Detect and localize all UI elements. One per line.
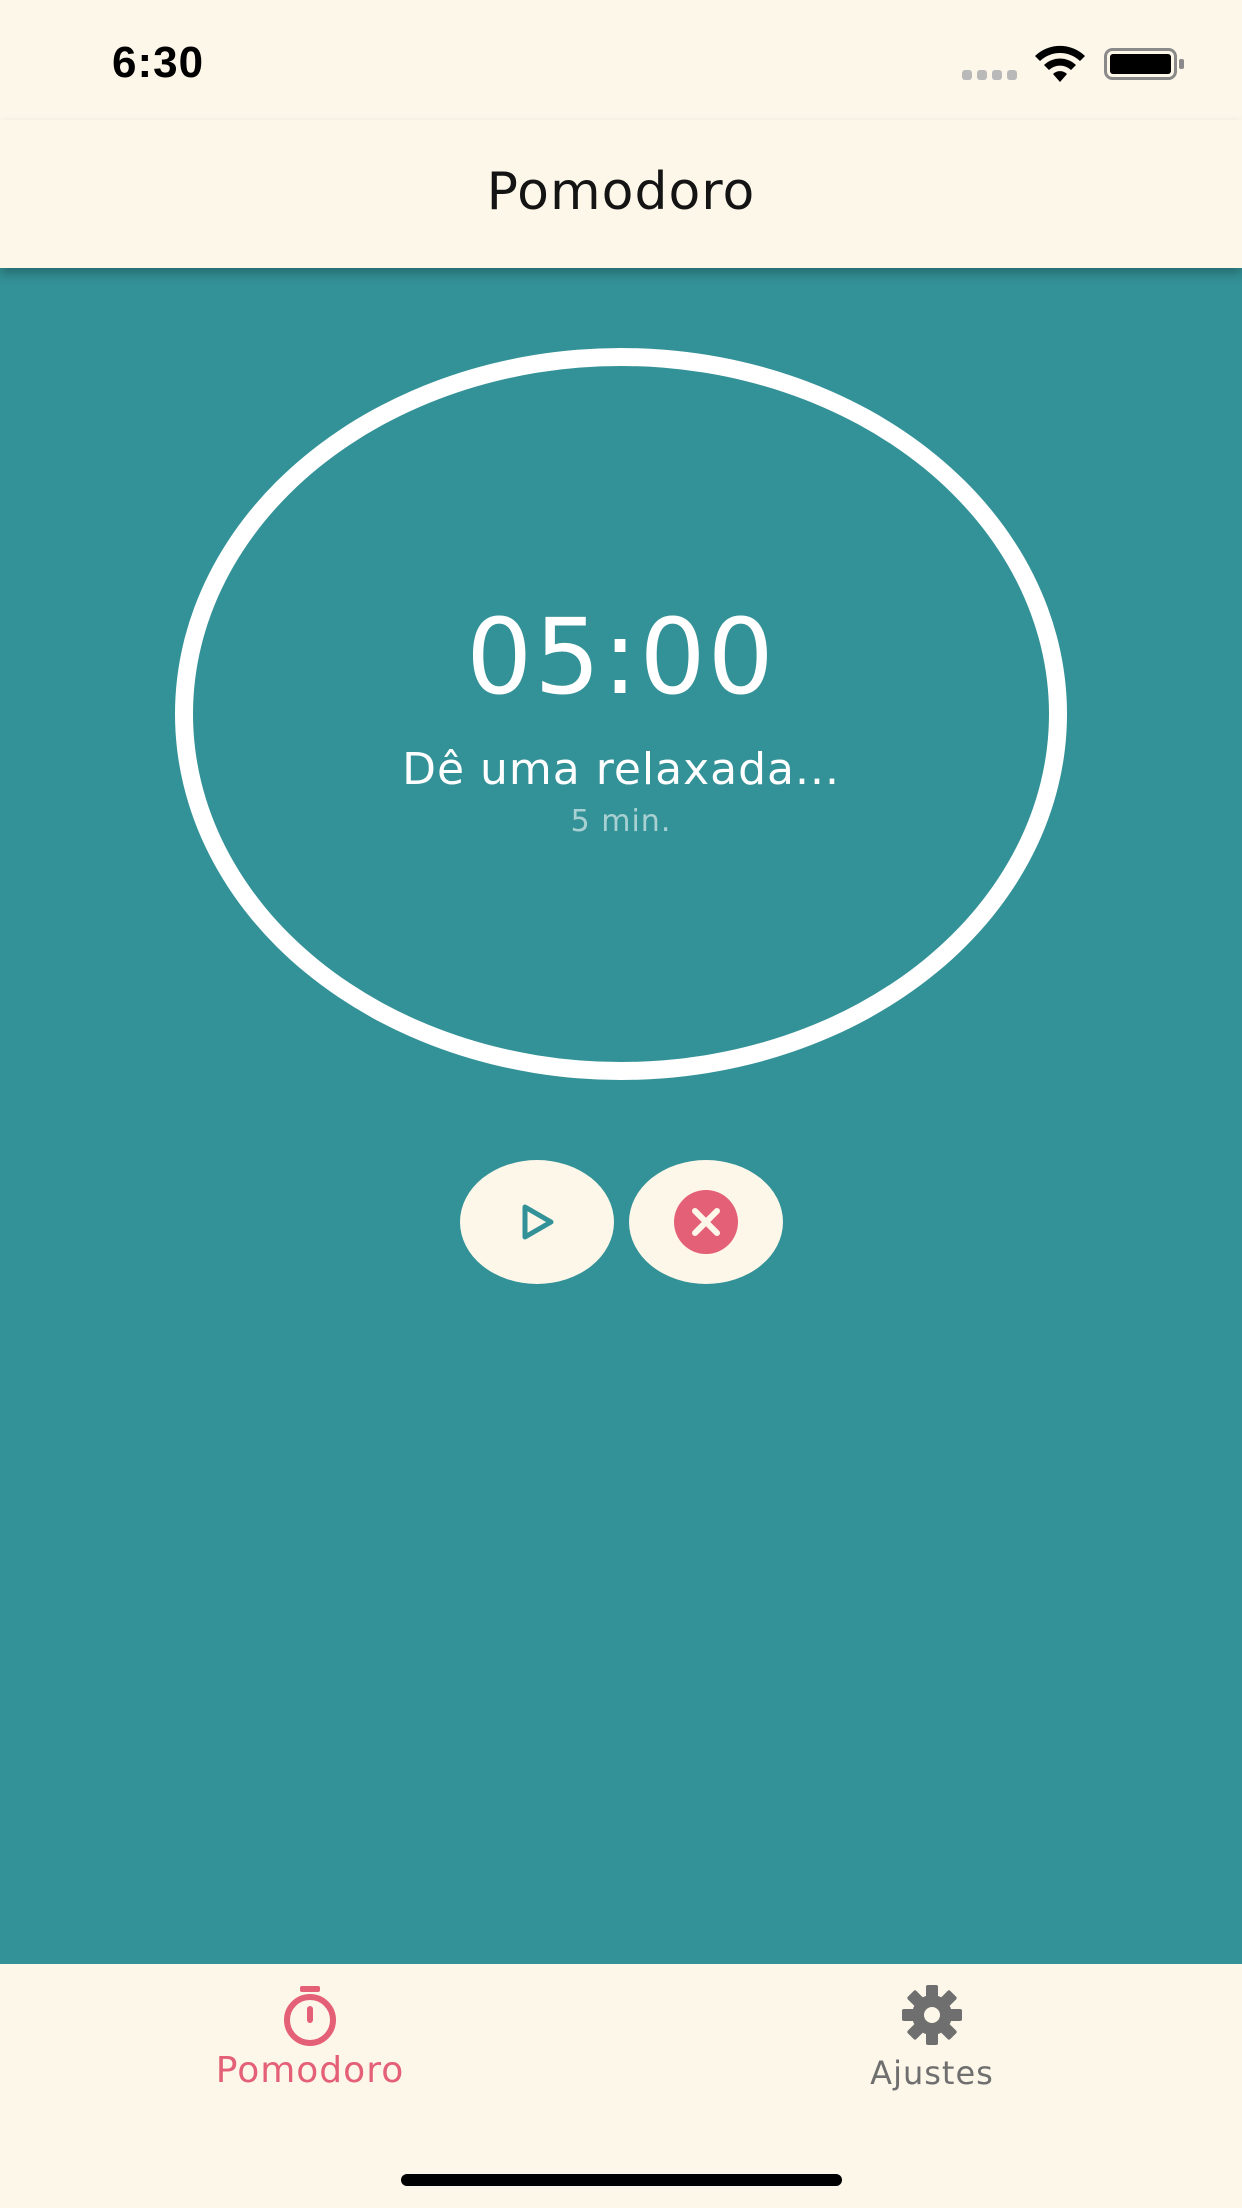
battery-icon bbox=[1104, 48, 1184, 80]
stop-button[interactable] bbox=[629, 1160, 783, 1284]
timer-countdown: 05:00 bbox=[466, 596, 776, 718]
close-circle-icon bbox=[674, 1190, 738, 1254]
tab-pomodoro[interactable]: Pomodoro bbox=[110, 1964, 510, 2114]
play-button[interactable] bbox=[460, 1160, 614, 1284]
stopwatch-icon bbox=[284, 1986, 336, 2046]
status-bar: 6:30 bbox=[0, 0, 1242, 120]
tab-bar: Pomodoro Ajustes bbox=[0, 1964, 1242, 2208]
home-indicator[interactable] bbox=[401, 2174, 842, 2186]
status-time: 6:30 bbox=[112, 38, 205, 87]
timer-duration: 5 min. bbox=[570, 804, 672, 839]
tab-settings[interactable]: Ajustes bbox=[732, 1964, 1132, 2114]
tab-settings-label: Ajustes bbox=[870, 2054, 994, 2092]
cellular-signal-icon bbox=[962, 70, 1018, 80]
wifi-icon bbox=[1035, 45, 1085, 82]
tab-pomodoro-label: Pomodoro bbox=[215, 2050, 405, 2091]
gear-icon bbox=[902, 1985, 962, 2045]
navigation-bar: Pomodoro bbox=[0, 120, 1242, 268]
timer-message: Dê uma relaxada... bbox=[402, 744, 840, 795]
play-icon bbox=[522, 1204, 554, 1240]
page-title: Pomodoro bbox=[486, 162, 756, 222]
